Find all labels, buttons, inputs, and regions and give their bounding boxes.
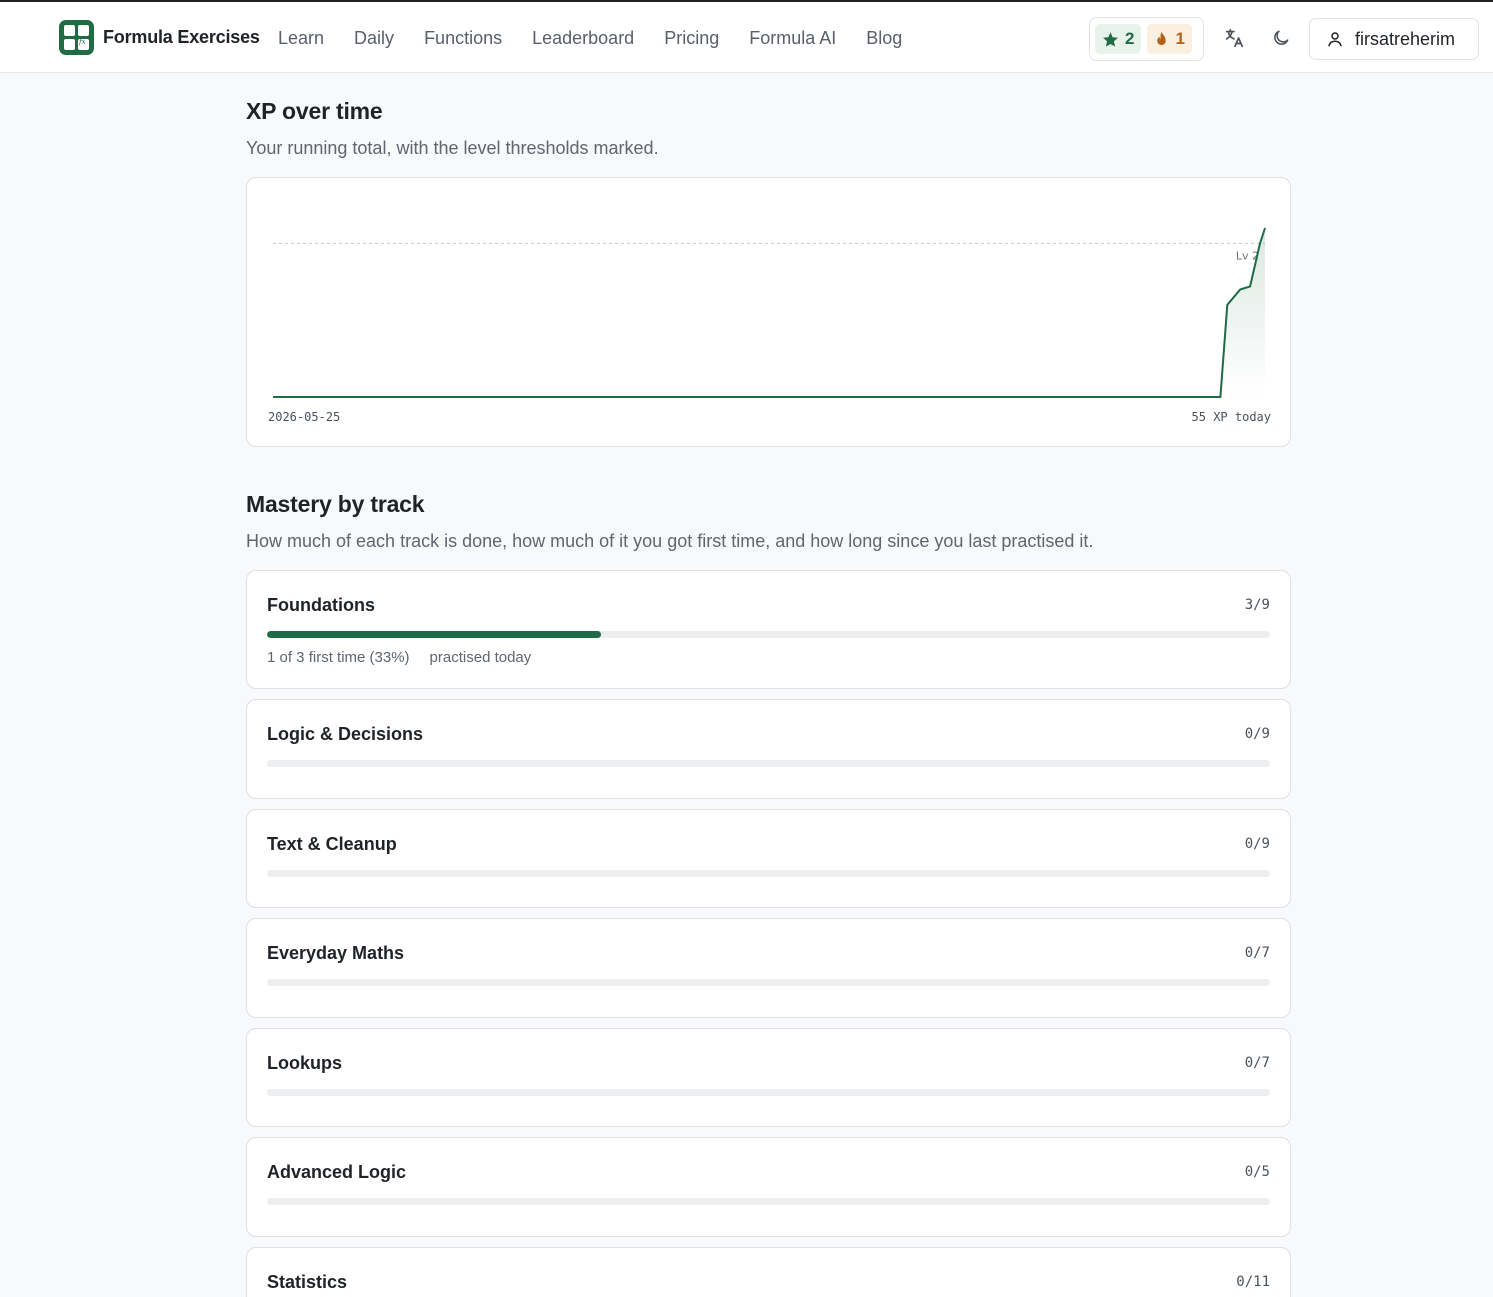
xp-section-title: XP over time [246, 98, 383, 124]
track-count: 0/7 [1244, 1055, 1270, 1071]
track-count: 3/9 [1244, 597, 1270, 613]
xp-count: 2 [1125, 29, 1135, 48]
mastery-section-title: Mastery by track [246, 491, 425, 517]
track-count: 0/9 [1244, 726, 1270, 742]
x-axis-start-label: 2026-05-25 [268, 410, 340, 424]
track-card[interactable]: Everyday Maths 0/7 [246, 918, 1291, 1018]
xp-area [273, 228, 1265, 397]
streak-count: 1 [1175, 29, 1185, 48]
user-menu-button[interactable]: firsatreherim [1309, 18, 1479, 60]
theme-toggle-button[interactable] [1269, 26, 1293, 50]
brand-name: Formula Exercises [103, 26, 260, 47]
last-practised-stat: practised today [429, 649, 532, 666]
translate-icon [1225, 28, 1244, 48]
nav-learn[interactable]: Learn [263, 26, 339, 50]
xp-section-subtitle: Your running total, with the level thres… [246, 138, 659, 158]
track-card[interactable]: Statistics 0/11 [246, 1247, 1291, 1297]
streak-badge: 1 [1147, 24, 1192, 54]
track-progress-bar [267, 1198, 1270, 1205]
track-name: Statistics [267, 1272, 348, 1292]
nav-daily[interactable]: Daily [339, 26, 409, 50]
track-name: Text & Cleanup [267, 834, 397, 854]
track-card[interactable]: Logic & Decisions 0/9 [246, 699, 1291, 799]
nav-leaderboard[interactable]: Leaderboard [517, 26, 649, 50]
track-card[interactable]: Text & Cleanup 0/9 [246, 809, 1291, 908]
track-card[interactable]: Foundations 3/9 1 of 3 first time (33%) … [246, 570, 1291, 689]
track-card[interactable]: Lookups 0/7 [246, 1028, 1291, 1127]
track-count: 0/11 [1236, 1274, 1270, 1290]
track-progress-bar [267, 870, 1270, 877]
track-card[interactable]: Advanced Logic 0/5 [246, 1137, 1291, 1237]
username: firsatreherim [1355, 28, 1456, 49]
track-progress-bar [267, 1089, 1270, 1096]
track-progress-bar [267, 979, 1270, 986]
xp-badge: 2 [1095, 24, 1142, 54]
nav-functions[interactable]: Functions [409, 26, 517, 50]
user-icon [1328, 32, 1342, 47]
brand-link[interactable]: Formula Exercises [59, 19, 260, 55]
xp-line [273, 227, 1266, 398]
track-name: Logic & Decisions [267, 724, 424, 744]
track-progress-bar [267, 631, 1270, 638]
track-meta: 1 of 3 first time (33%) practised today [267, 649, 531, 666]
xp-chart: Lv 2 2026-05-25 55 XP today [268, 227, 1271, 424]
track-name: Lookups [267, 1053, 342, 1073]
track-count: 0/7 [1244, 945, 1270, 961]
top-navbar: Formula Exercises Learn Daily Functions … [0, 2, 1493, 73]
track-name: Foundations [267, 595, 375, 615]
language-button[interactable] [1222, 26, 1246, 50]
nav-blog[interactable]: Blog [851, 26, 917, 50]
x-axis-end-label: 55 XP today [1192, 410, 1271, 424]
stats-pill[interactable]: 2 1 [1089, 17, 1204, 61]
xp-chart-card: Lv 2 2026-05-25 55 XP today [246, 177, 1291, 447]
flame-icon [1157, 31, 1167, 45]
track-name: Advanced Logic [267, 1162, 407, 1182]
star-icon [1103, 31, 1118, 47]
track-count: 0/9 [1244, 836, 1270, 852]
track-name: Everyday Maths [267, 943, 405, 963]
nav-pricing[interactable]: Pricing [649, 26, 734, 50]
track-progress-fill [267, 631, 601, 638]
main-nav: Learn Daily Functions Leaderboard Pricin… [263, 26, 917, 50]
nav-formula-ai[interactable]: Formula AI [734, 26, 851, 50]
mastery-section-subtitle: How much of each track is done, how much… [246, 531, 1094, 551]
formula-logo-icon [59, 19, 94, 55]
track-count: 0/5 [1244, 1164, 1270, 1180]
moon-icon [1274, 30, 1289, 45]
first-time-stat: 1 of 3 first time (33%) [267, 649, 410, 666]
track-progress-bar [267, 760, 1270, 767]
